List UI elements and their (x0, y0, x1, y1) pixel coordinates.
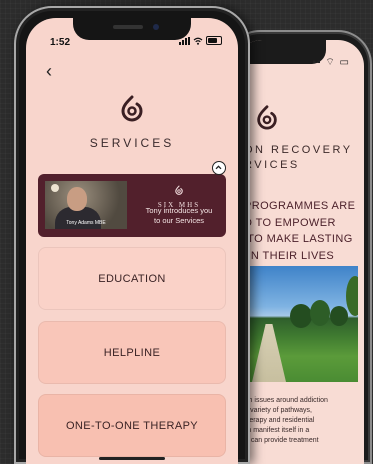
brand-logo-icon (175, 185, 183, 195)
lamp (51, 184, 59, 192)
education-button[interactable]: EDUCATION (38, 247, 226, 310)
camera-icon (153, 24, 159, 30)
battery-icon (206, 36, 222, 45)
signal-icon (179, 36, 190, 45)
video-thumbnail[interactable]: Tony Adams MBE (45, 181, 127, 229)
helpline-button[interactable]: HELPLINE (38, 321, 226, 384)
status-time: 1:52 (50, 37, 71, 48)
background-heading: PROGRAMMES ARE D TO EMPOWER TO MAKE LAST… (244, 200, 356, 262)
home-indicator[interactable] (99, 457, 165, 460)
brand-logo-icon (257, 105, 277, 130)
brand-logo-icon (121, 95, 143, 122)
background-page-title: ON RECOVERY RVICES (244, 144, 353, 171)
collapse-button[interactable] (212, 161, 226, 175)
thumbnail-caption: Tony Adams MBE (66, 220, 106, 226)
foreground-phone: 1:52 ‹ SERVICES Tony Adams MBE SIX MHS T… (14, 6, 250, 464)
person-head (67, 187, 87, 211)
background-paragraph: with issues around addiction r a variety… (240, 397, 328, 444)
intro-video-card[interactable]: Tony Adams MBE SIX MHS Tony introduces y… (38, 174, 226, 237)
page-title: SERVICES (89, 136, 175, 150)
background-phone-screen: ▪▪ ⌔ ▭ ON RECOVERY RVICES PROGRAMMES ARE… (236, 40, 364, 464)
wifi-icon (193, 37, 203, 45)
status-icons (179, 36, 222, 45)
garden-photo (250, 266, 358, 382)
video-description: Tony introduces you to our Services (145, 206, 213, 225)
back-arrow-icon[interactable]: ‹ (46, 62, 52, 80)
one-to-one-therapy-button[interactable]: ONE-TO-ONE THERAPY (38, 394, 226, 457)
notch (73, 18, 191, 40)
chevron-up-icon (215, 165, 222, 170)
phone-screen: 1:52 ‹ SERVICES Tony Adams MBE SIX MHS T… (26, 18, 238, 464)
speaker (113, 25, 143, 29)
background-status-icons: ▪▪ ⌔ ▭ (312, 57, 350, 68)
card-brand: SIX MHS (134, 182, 224, 209)
